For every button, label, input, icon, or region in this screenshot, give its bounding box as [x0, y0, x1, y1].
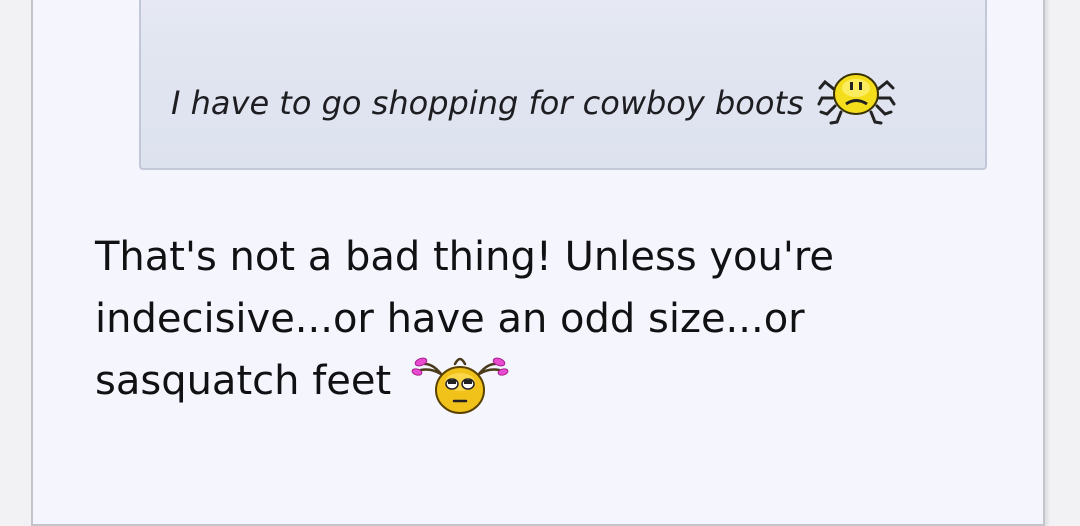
quote-block: I have to go shopping for cowboy boots [139, 0, 987, 170]
rolling-eyes-pigtails-smiley-icon [411, 357, 509, 414]
quote-text: I have to go shopping for cowboy boots [171, 84, 804, 122]
forum-post: I have to go shopping for cowboy boots T… [31, 0, 1045, 526]
sad-spider-smiley-icon [817, 73, 896, 125]
reply-line-2: indecisive...or have an odd size...or [95, 296, 805, 342]
reply-line-1: That's not a bad thing! Unless you're [95, 234, 835, 280]
